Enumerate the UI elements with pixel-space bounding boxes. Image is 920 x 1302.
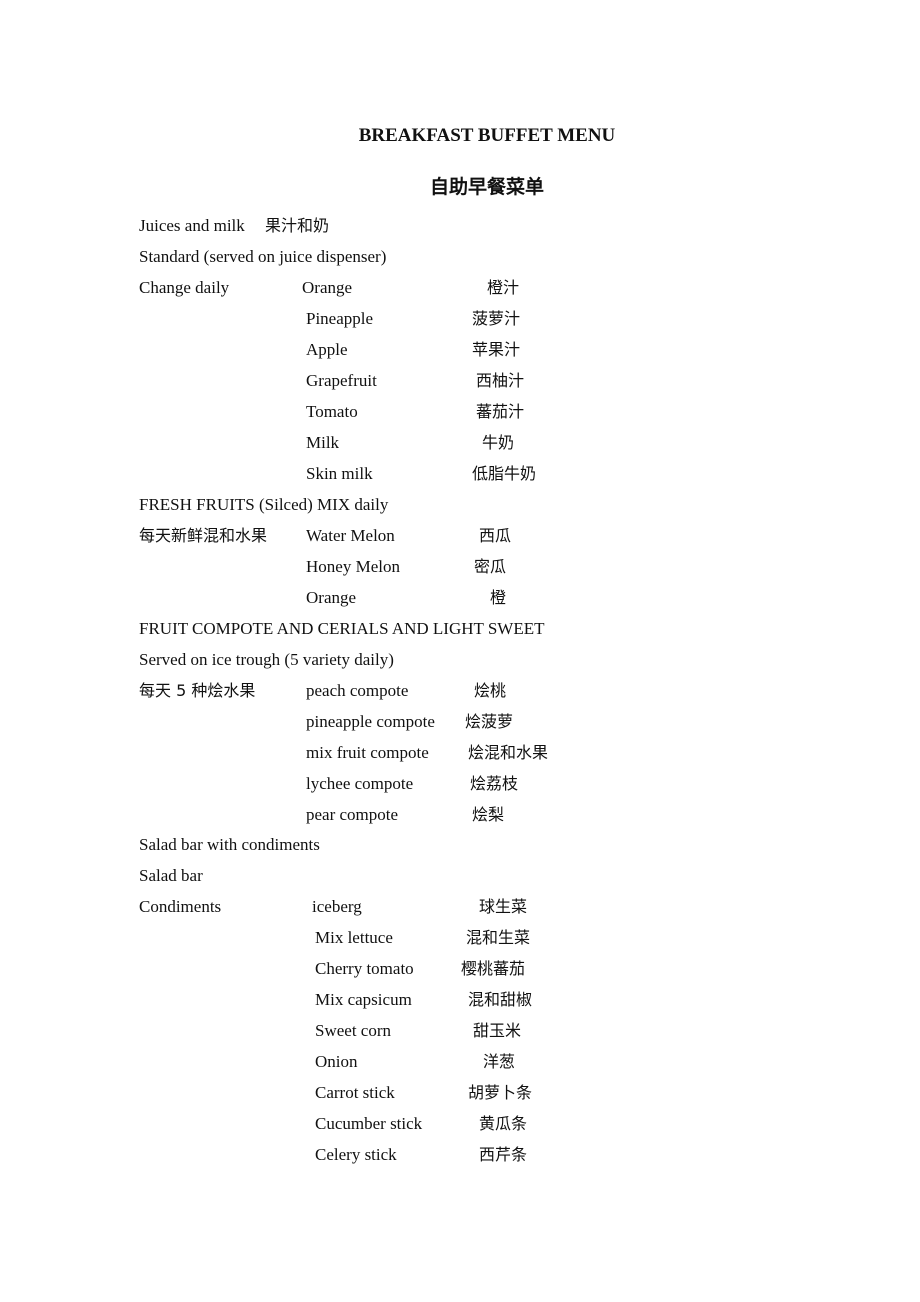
item-name-zh: 西柚汁 xyxy=(476,371,525,390)
item-name-zh: 牛奶 xyxy=(482,433,515,452)
item-name-zh: 黄瓜条 xyxy=(479,1114,528,1133)
item-name: pineapple compote xyxy=(306,712,435,731)
menu-subtitle: 自助早餐菜单 xyxy=(429,176,544,198)
item-name-zh: 烩混和水果 xyxy=(468,743,549,762)
item-name-zh: 混和生菜 xyxy=(466,928,531,947)
item-name: Tomato xyxy=(306,402,358,421)
item-name: pear compote xyxy=(306,805,399,824)
item-name-zh: 樱桃蕃茄 xyxy=(461,959,526,978)
item-name: Celery stick xyxy=(315,1145,397,1164)
section-heading-zh: 果汁和奶 xyxy=(265,216,330,235)
item-name-zh: 橙 xyxy=(490,588,507,607)
item-name: Cucumber stick xyxy=(315,1114,423,1133)
item-name: Mix capsicum xyxy=(315,990,412,1009)
section-heading: Juices and milk xyxy=(139,216,245,235)
item-name: Sweet corn xyxy=(315,1021,392,1040)
group-label: Condiments xyxy=(139,897,222,916)
item-name: Mix lettuce xyxy=(315,928,393,947)
menu-title: BREAKFAST BUFFET MENU xyxy=(358,125,616,146)
section-heading: FRUIT COMPOTE AND CERIALS AND LIGHT SWEE… xyxy=(139,619,545,638)
item-name: mix fruit compote xyxy=(306,743,429,762)
section-subheading: Standard (served on juice dispenser) xyxy=(139,247,387,266)
item-name: Orange xyxy=(306,588,357,607)
item-name-zh: 烩梨 xyxy=(472,805,505,824)
item-name: Onion xyxy=(315,1052,358,1071)
group-label: Change daily xyxy=(139,278,230,297)
section-heading: Salad bar with condiments xyxy=(139,835,320,854)
item-name: Orange xyxy=(302,278,353,297)
item-name: Skin milk xyxy=(306,464,373,483)
item-name-zh: 西芹条 xyxy=(479,1145,528,1164)
item-name: Carrot stick xyxy=(315,1083,395,1102)
item-name: peach compote xyxy=(306,681,409,700)
item-name-zh: 苹果汁 xyxy=(472,340,521,359)
item-name: Grapefruit xyxy=(306,371,377,390)
group-label: 每天新鲜混和水果 xyxy=(139,526,268,545)
section-subheading: Salad bar xyxy=(139,866,203,885)
item-name: Cherry tomato xyxy=(315,959,414,978)
item-name-zh: 蕃茄汁 xyxy=(476,402,525,421)
item-name: iceberg xyxy=(312,897,362,916)
item-name-zh: 菠萝汁 xyxy=(472,309,521,328)
item-name-zh: 胡萝卜条 xyxy=(468,1083,533,1102)
group-label: 每天 5 种烩水果 xyxy=(139,681,256,700)
item-name-zh: 球生菜 xyxy=(479,897,528,916)
item-name-zh: 密瓜 xyxy=(474,557,507,576)
item-name: Honey Melon xyxy=(306,557,400,576)
item-name-zh: 洋葱 xyxy=(483,1052,516,1071)
item-name-zh: 甜玉米 xyxy=(473,1021,522,1040)
item-name-zh: 烩菠萝 xyxy=(465,712,514,731)
item-name-zh: 混和甜椒 xyxy=(468,990,533,1009)
item-name: lychee compote xyxy=(306,774,414,793)
item-name-zh: 橙汁 xyxy=(487,278,520,297)
item-name: Water Melon xyxy=(306,526,395,545)
item-name-zh: 西瓜 xyxy=(479,526,512,545)
section-heading: FRESH FRUITS (Silced) MIX daily xyxy=(139,495,389,514)
item-name-zh: 低脂牛奶 xyxy=(472,464,537,483)
item-name: Pineapple xyxy=(306,309,374,328)
item-name: Apple xyxy=(306,340,348,359)
section-subheading: Served on ice trough (5 variety daily) xyxy=(139,650,394,669)
item-name-zh: 烩荔枝 xyxy=(470,774,519,793)
item-name-zh: 烩桃 xyxy=(474,681,507,700)
item-name: Milk xyxy=(306,433,340,452)
